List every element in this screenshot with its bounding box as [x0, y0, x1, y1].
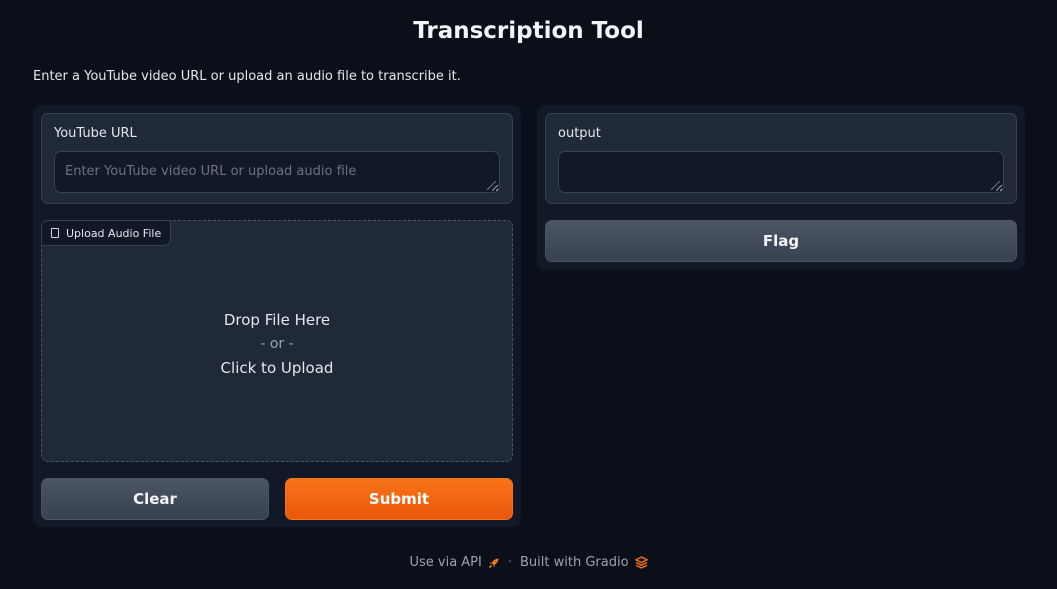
output-textbox[interactable]	[558, 151, 1004, 193]
youtube-url-input[interactable]	[54, 151, 500, 193]
built-with-gradio-link[interactable]: Built with Gradio	[520, 555, 648, 570]
rocket-icon	[489, 558, 499, 568]
clear-button[interactable]: Clear	[41, 478, 269, 520]
flag-button[interactable]: Flag	[545, 220, 1017, 262]
youtube-url-block: YouTube URL	[41, 113, 513, 204]
footer-separator: ·	[507, 555, 512, 570]
use-via-api-link[interactable]: Use via API	[409, 555, 499, 570]
built-with-gradio-label: Built with Gradio	[520, 555, 629, 570]
click-to-upload-text[interactable]: Click to Upload	[42, 356, 512, 380]
output-panel: output Flag	[537, 105, 1025, 270]
output-block: output	[545, 113, 1017, 204]
use-via-api-label: Use via API	[409, 555, 482, 570]
drop-file-text: Drop File Here	[223, 311, 331, 329]
upload-instructions: Drop File Here - or - Click to Upload	[42, 308, 512, 380]
upload-audio-label-text: Upload Audio File	[66, 226, 162, 240]
or-separator: - or -	[260, 336, 294, 352]
page-description: Enter a YouTube video URL or upload an a…	[33, 69, 461, 84]
youtube-url-label: YouTube URL	[54, 126, 137, 141]
output-label: output	[558, 126, 601, 141]
gradio-logo-icon	[634, 556, 648, 569]
file-icon	[51, 228, 59, 238]
input-panel: YouTube URL Upload Audio File Drop File …	[33, 105, 521, 527]
upload-audio-label: Upload Audio File	[41, 220, 172, 246]
footer: Use via API · Built with Gradio	[0, 555, 1057, 570]
page-title: Transcription Tool	[413, 18, 644, 44]
audio-upload-dropzone[interactable]: Upload Audio File Drop File Here - or - …	[41, 220, 513, 462]
submit-button[interactable]: Submit	[285, 478, 513, 520]
